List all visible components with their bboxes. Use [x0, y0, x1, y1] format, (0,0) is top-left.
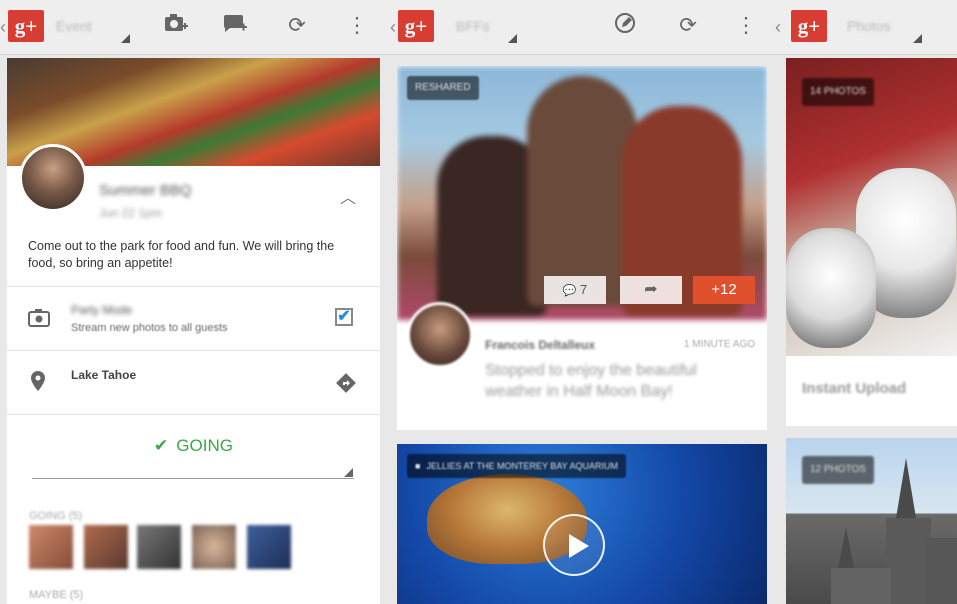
going-header: GOING (5)	[29, 510, 83, 522]
refresh-icon[interactable]: ⟳	[674, 12, 702, 40]
add-photo-icon[interactable]	[162, 12, 190, 40]
guest-avatar[interactable]	[84, 525, 128, 569]
comment-icon: 💬	[562, 285, 577, 297]
divider	[7, 414, 380, 415]
party-mode-checkbox[interactable]: ✔	[335, 308, 353, 326]
party-mode-subtitle: Stream new photos to all guests	[71, 322, 228, 334]
rsvp-label: GOING	[176, 436, 233, 455]
album-photo-count: 12 PHOTOS	[802, 456, 874, 484]
photos-actionbar: ‹ g+ Photos	[775, 0, 957, 55]
back-icon[interactable]: ‹	[390, 17, 396, 38]
overflow-menu-icon[interactable]: ⋮	[343, 12, 371, 40]
party-mode-title: Party Mode	[71, 303, 133, 317]
comment-count-button[interactable]: 💬 7	[544, 276, 606, 304]
rsvp-going-button[interactable]: ✔ GOING	[7, 436, 380, 456]
share-icon: ➦	[644, 281, 658, 298]
compose-post-icon[interactable]	[611, 12, 639, 40]
album-photo-count: 14 PHOTOS	[802, 78, 874, 106]
guest-avatar[interactable]	[137, 525, 181, 569]
directions-icon[interactable]	[335, 372, 357, 399]
bffs-actionbar: ‹ g+ BFFs ⟳ ⋮	[390, 0, 775, 55]
share-button[interactable]: ➦	[620, 276, 682, 304]
video-caption-text: JELLIES AT THE MONTEREY BAY AQUARIUM	[426, 461, 618, 471]
event-nav-title[interactable]: Event	[56, 18, 92, 34]
album-card-instant-upload[interactable]: 14 PHOTOS Instant Upload	[786, 58, 957, 426]
going-avatars	[29, 525, 329, 569]
google-plus-logo-icon[interactable]: g+	[791, 10, 827, 42]
bffs-screen: ‹ g+ BFFs ⟳ ⋮ RESHARED 💬 7 ➦ +12 Francoi…	[390, 0, 775, 604]
refresh-icon[interactable]: ⟳	[283, 12, 311, 40]
guest-avatar[interactable]	[29, 525, 73, 569]
divider	[7, 350, 380, 351]
maybe-header: MAYBE (5)	[29, 589, 84, 601]
photos-screen: ‹ g+ Photos 14 PHOTOS Instant Upload 12 …	[775, 0, 957, 604]
google-plus-logo-icon[interactable]: g+	[398, 10, 434, 42]
event-card: Summer BBQ Jun 22 1pm ︿ Come out to the …	[7, 58, 380, 604]
nav-dropdown-caret-icon[interactable]	[121, 34, 130, 43]
camera-icon	[27, 308, 51, 333]
back-icon[interactable]: ‹	[775, 17, 781, 38]
bffs-nav-title[interactable]: BFFs	[456, 18, 489, 34]
back-icon[interactable]: ‹	[0, 17, 6, 38]
event-actionbar: ‹ g+ Event ⟳ ⋮	[0, 0, 390, 55]
nav-dropdown-caret-icon[interactable]	[508, 34, 517, 43]
author-avatar[interactable]	[407, 302, 473, 368]
overflow-menu-icon[interactable]: ⋮	[732, 12, 760, 40]
event-screen: ‹ g+ Event ⟳ ⋮ Summer BBQ Jun 22 1pm ︿ C…	[0, 0, 390, 604]
rsvp-underline	[32, 478, 354, 479]
divider	[7, 286, 380, 287]
add-comment-icon[interactable]	[221, 12, 249, 40]
plus-one-button[interactable]: +12	[693, 276, 755, 304]
event-date: Jun 22 1pm	[99, 206, 162, 220]
video-caption: ■ JELLIES AT THE MONTEREY BAY AQUARIUM	[407, 454, 626, 478]
post-text: Stopped to enjoy the beautiful weather i…	[485, 362, 697, 400]
video-icon: ■	[415, 461, 421, 471]
event-description: Come out to the park for food and fun. W…	[28, 239, 335, 270]
album-title: Instant Upload	[802, 380, 907, 397]
video-card[interactable]: ■ JELLIES AT THE MONTEREY BAY AQUARIUM	[397, 444, 767, 604]
collapse-chevron-icon[interactable]: ︿	[340, 184, 356, 208]
reshared-badge: RESHARED	[407, 76, 479, 100]
check-icon: ✔	[154, 436, 169, 455]
photos-nav-title[interactable]: Photos	[847, 18, 891, 34]
guest-avatar[interactable]	[192, 525, 236, 569]
guest-avatar[interactable]	[247, 525, 291, 569]
play-button-icon[interactable]	[543, 514, 605, 576]
event-title: Summer BBQ	[99, 182, 192, 199]
post-timestamp: 1 MINUTE AGO	[683, 339, 755, 350]
google-plus-logo-icon[interactable]: g+	[8, 10, 44, 42]
album-card-castle[interactable]: 12 PHOTOS	[786, 438, 957, 604]
host-avatar[interactable]	[19, 144, 87, 212]
rsvp-dropdown-caret-icon[interactable]	[344, 468, 353, 477]
post-card[interactable]: RESHARED 💬 7 ➦ +12 Francois Deltalleux 1…	[397, 66, 767, 430]
location-pin-icon	[30, 370, 46, 397]
comment-count: 7	[580, 282, 588, 297]
event-location[interactable]: Lake Tahoe	[71, 368, 136, 382]
post-author[interactable]: Francois Deltalleux	[485, 338, 595, 352]
nav-dropdown-caret-icon[interactable]	[913, 34, 922, 43]
